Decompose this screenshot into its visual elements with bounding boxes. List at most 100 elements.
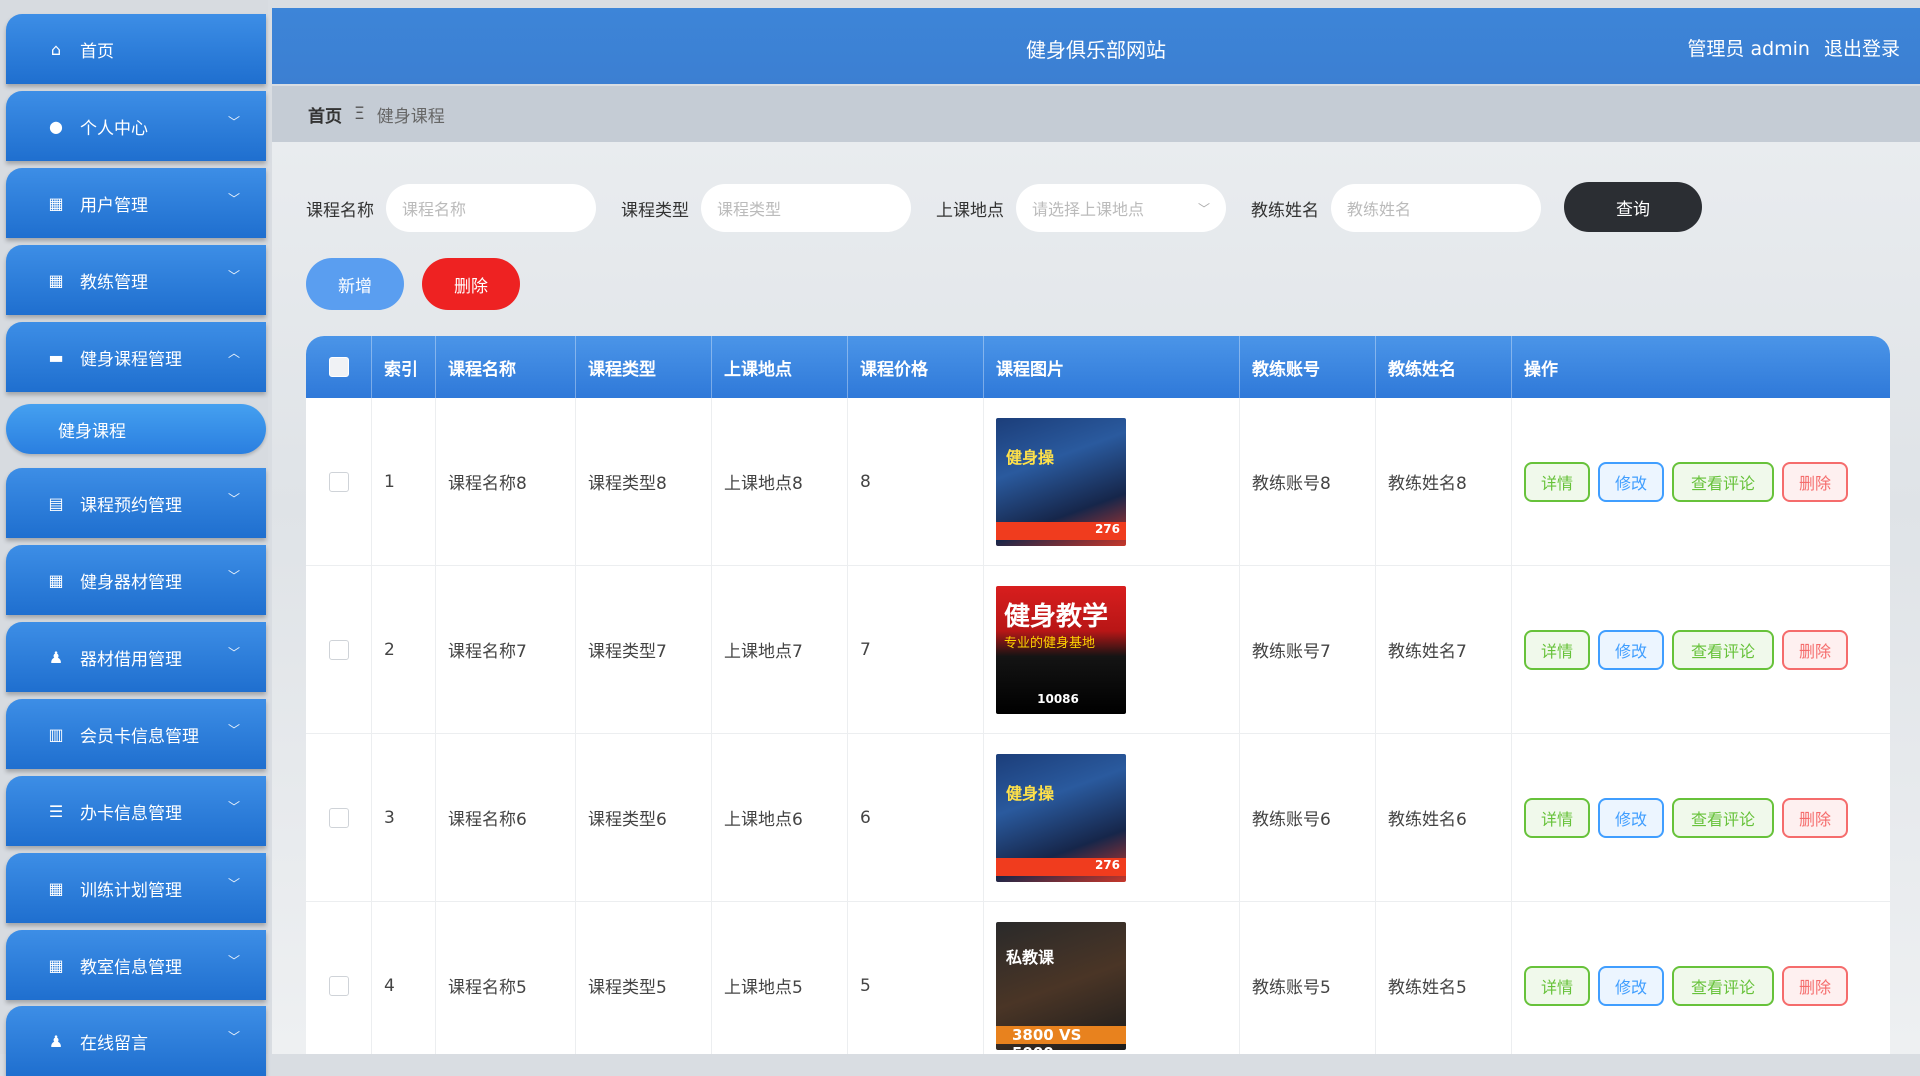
chevron-up-icon: ︿: [227, 346, 240, 360]
chevron-down-icon: ﹀: [227, 269, 240, 283]
chevron-down-icon: ﹀: [227, 569, 240, 583]
image-cell: 私教课 3800 VS 5000: [984, 902, 1240, 1054]
coach-account-cell: 教练账号5: [1240, 902, 1376, 1054]
location-label: 上课地点: [936, 200, 1004, 221]
price-cell: 5: [848, 902, 984, 1054]
chevron-down-icon: ﹀: [227, 723, 240, 737]
course-name-input[interactable]: 课程名称: [386, 184, 596, 232]
poster-bottom: 10086: [1037, 691, 1079, 706]
sidebar-item-label: 课程预约管理: [80, 495, 182, 516]
coach-account-cell: 教练账号6: [1240, 734, 1376, 901]
course-image: 健身操 276: [996, 753, 1126, 882]
row-select-cell: [306, 734, 372, 901]
sidebar-item-label: 个人中心: [80, 118, 148, 139]
course-name-cell: 课程名称6: [436, 734, 576, 901]
course-type-input[interactable]: 课程类型: [701, 184, 911, 232]
delete-button[interactable]: 删除: [1782, 461, 1848, 502]
row-checkbox[interactable]: [328, 471, 349, 492]
edit-button[interactable]: 修改: [1598, 629, 1664, 670]
sidebar-item-label: 健身课程管理: [80, 349, 182, 370]
image-cell: 健身教学 专业的健身基地 10086: [984, 566, 1240, 733]
sidebar-item-personal-center[interactable]: ● 个人中心 ﹀: [6, 91, 266, 161]
sidebar-item-label: 教室信息管理: [80, 957, 182, 978]
actions-cell: 详情 修改 查看评论 删除: [1512, 734, 1890, 901]
row-select-cell: [306, 902, 372, 1054]
detail-button[interactable]: 详情: [1524, 629, 1590, 670]
sidebar-subitem-label: 健身课程: [58, 421, 126, 442]
chevron-down-icon: ﹀: [1197, 201, 1210, 216]
coach-name-cell: 教练姓名8: [1376, 398, 1512, 565]
sidebar-item-label: 会员卡信息管理: [80, 726, 199, 747]
view-comments-button[interactable]: 查看评论: [1672, 965, 1774, 1006]
table-row: 2 课程名称7 课程类型7 上课地点7 7 健身教学 专业的健身基地 10086…: [306, 566, 1890, 734]
location-placeholder: 请选择上课地点: [1032, 200, 1145, 219]
column-header: 上课地点: [712, 336, 848, 398]
sidebar-item-member-card[interactable]: ▥ 会员卡信息管理 ﹀: [6, 699, 266, 769]
sidebar-item-card-application[interactable]: ☰ 办卡信息管理 ﹀: [6, 776, 266, 846]
sidebar-item-label: 教练管理: [80, 272, 148, 293]
poster-title: 健身教学: [1004, 601, 1109, 632]
column-header: 教练姓名: [1376, 336, 1512, 398]
view-comments-button[interactable]: 查看评论: [1672, 629, 1774, 670]
logout-link[interactable]: 退出登录: [1824, 38, 1900, 60]
sidebar-item-label: 首页: [80, 41, 114, 62]
chart-icon: ▥: [48, 724, 64, 744]
delete-button[interactable]: 删除: [1782, 965, 1848, 1006]
table-header: 索引 课程名称 课程类型 上课地点 课程价格 课程图片 教练账号 教练姓名 操作: [306, 336, 1890, 398]
sidebar-item-course-booking[interactable]: ▤ 课程预约管理 ﹀: [6, 468, 266, 538]
course-name-cell: 课程名称8: [436, 398, 576, 565]
detail-button[interactable]: 详情: [1524, 965, 1590, 1006]
batch-delete-button[interactable]: 删除: [422, 258, 520, 310]
breadcrumb-home[interactable]: 首页: [308, 102, 342, 127]
course-name-cell: 课程名称7: [436, 566, 576, 733]
sidebar-item-label: 用户管理: [80, 195, 148, 216]
sidebar-item-messages[interactable]: ♟ 在线留言 ﹀: [6, 1006, 266, 1076]
chevron-down-icon: ﹀: [227, 800, 240, 814]
coach-name-cell: 教练姓名7: [1376, 566, 1512, 733]
detail-button[interactable]: 详情: [1524, 461, 1590, 502]
actions-cell: 详情 修改 查看评论 删除: [1512, 566, 1890, 733]
course-name-label: 课程名称: [306, 200, 374, 221]
row-checkbox[interactable]: [328, 639, 349, 660]
course-image: 健身教学 专业的健身基地 10086: [996, 585, 1126, 714]
query-button[interactable]: 查询: [1564, 182, 1702, 232]
delete-button[interactable]: 删除: [1782, 629, 1848, 670]
edit-button[interactable]: 修改: [1598, 797, 1664, 838]
sidebar-item-label: 办卡信息管理: [80, 803, 182, 824]
admin-label: 管理员 admin: [1687, 38, 1810, 60]
sidebar-item-label: 在线留言: [80, 1033, 148, 1054]
row-checkbox[interactable]: [328, 975, 349, 996]
sidebar-item-classroom[interactable]: ▦ 教室信息管理 ﹀: [6, 930, 266, 1000]
sidebar-item-user-management[interactable]: ▦ 用户管理 ﹀: [6, 168, 266, 238]
sidebar-item-equipment-borrow[interactable]: ♟ 器材借用管理 ﹀: [6, 622, 266, 692]
price-cell: 7: [848, 566, 984, 733]
table-row: 1 课程名称8 课程类型8 上课地点8 8 健身操 276 教练账号8 教练姓名…: [306, 398, 1890, 566]
detail-button[interactable]: 详情: [1524, 797, 1590, 838]
edit-button[interactable]: 修改: [1598, 965, 1664, 1006]
briefcase-icon: ▬: [48, 347, 64, 367]
delete-button[interactable]: 删除: [1782, 797, 1848, 838]
sidebar-item-coach-management[interactable]: ▦ 教练管理 ﹀: [6, 245, 266, 315]
poster-title: 健身操: [1006, 783, 1055, 803]
location-select[interactable]: 请选择上课地点 ﹀: [1016, 184, 1226, 232]
sidebar-subitem-fitness-course[interactable]: 健身课程: [6, 404, 266, 454]
sidebar-item-equipment[interactable]: ▦ 健身器材管理 ﹀: [6, 545, 266, 615]
row-checkbox[interactable]: [328, 807, 349, 828]
select-all-checkbox[interactable]: [328, 357, 349, 377]
search-coach-group: 教练姓名 教练姓名: [1251, 182, 1541, 234]
course-image: 私教课 3800 VS 5000: [996, 921, 1126, 1050]
coach-name-input[interactable]: 教练姓名: [1331, 184, 1541, 232]
sidebar-item-course-management[interactable]: ▬ 健身课程管理 ︿: [6, 322, 266, 392]
column-header: 操作: [1524, 359, 1558, 380]
sidebar-item-training-plan[interactable]: ▦ 训练计划管理 ﹀: [6, 853, 266, 923]
breadcrumb-separator: Ξ: [354, 104, 365, 124]
row-select-cell: [306, 398, 372, 565]
breadcrumb: 首页 Ξ 健身课程: [272, 86, 1920, 142]
sidebar-item-home[interactable]: ⌂ 首页: [6, 14, 266, 84]
poster-bottom: 276: [996, 521, 1126, 540]
view-comments-button[interactable]: 查看评论: [1672, 461, 1774, 502]
add-button[interactable]: 新增: [306, 258, 404, 310]
coach-name-cell: 教练姓名6: [1376, 734, 1512, 901]
view-comments-button[interactable]: 查看评论: [1672, 797, 1774, 838]
edit-button[interactable]: 修改: [1598, 461, 1664, 502]
